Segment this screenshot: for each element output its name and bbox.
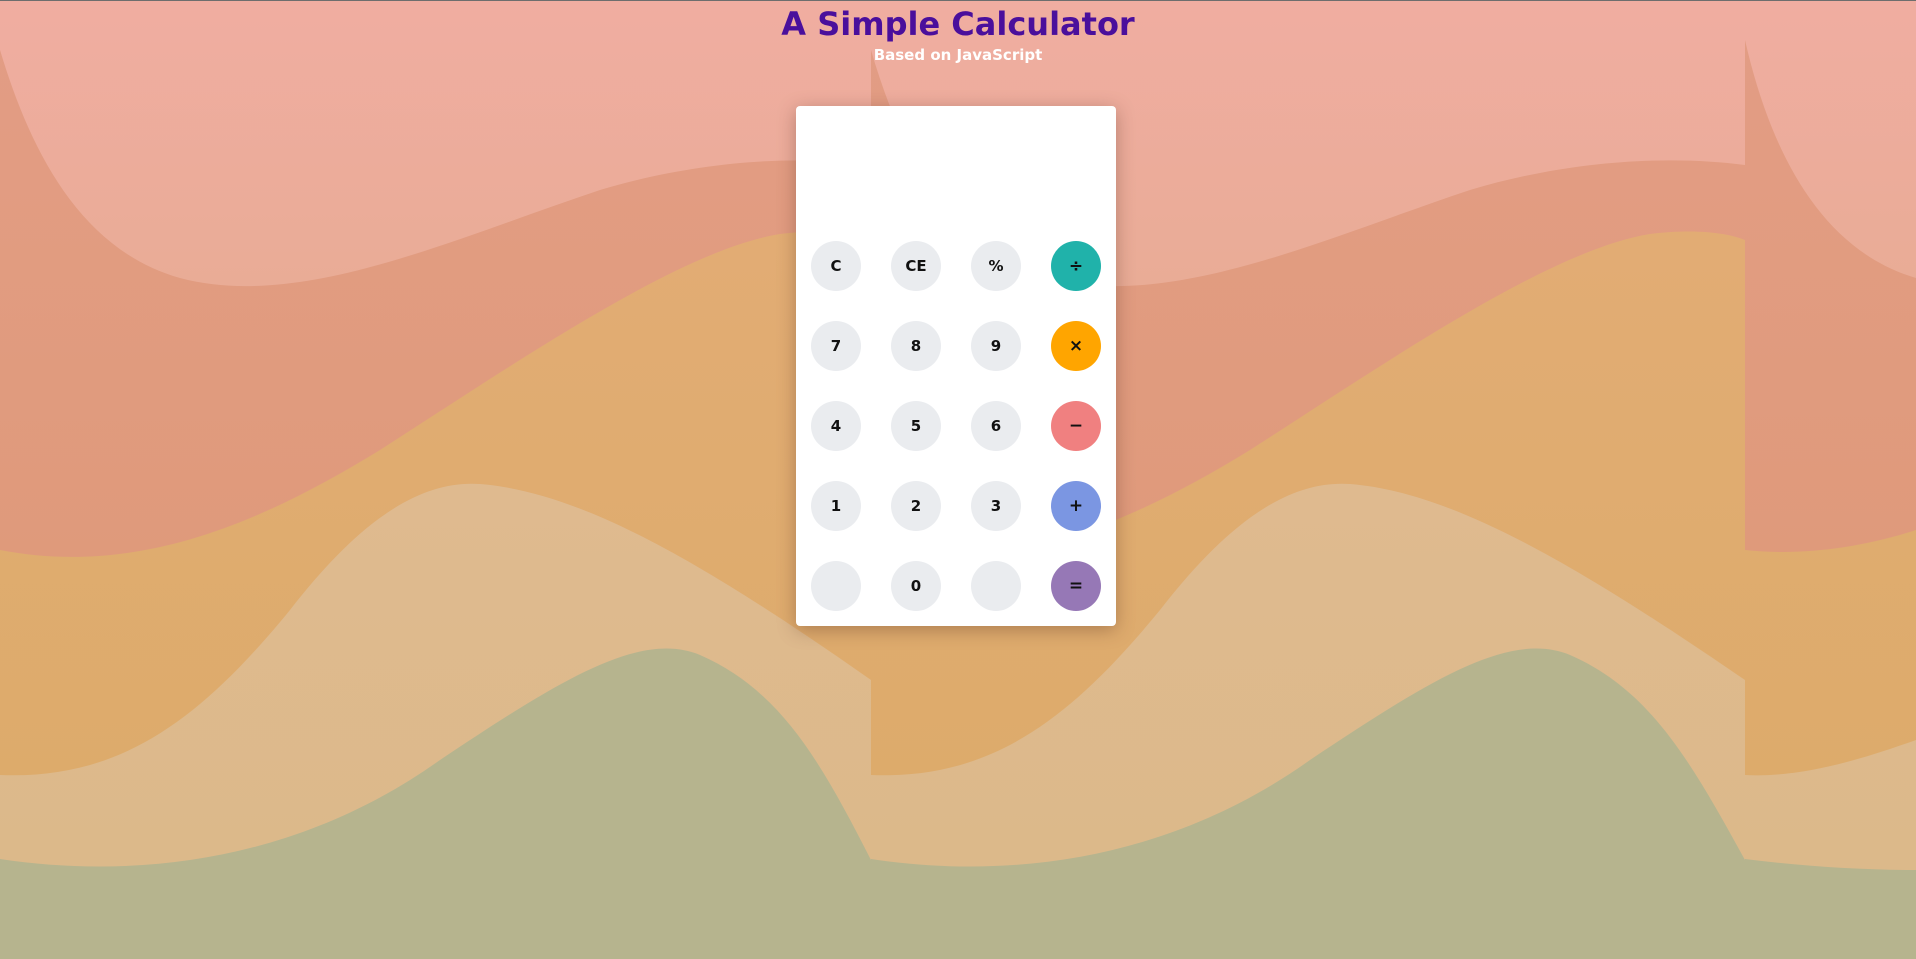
clear-entry-button[interactable]: CE (891, 241, 941, 291)
digit-2-button[interactable]: 2 (891, 481, 941, 531)
digit-6-button[interactable]: 6 (971, 401, 1021, 451)
digit-7-button[interactable]: 7 (811, 321, 861, 371)
add-button[interactable]: + (1051, 481, 1101, 531)
calculator-keypad: C CE % ÷ 7 8 9 × 4 5 6 − 1 2 3 + 0 = (796, 106, 1116, 626)
multiply-button[interactable]: × (1051, 321, 1101, 371)
wave-panel-right (1745, 0, 1916, 870)
digit-4-button[interactable]: 4 (811, 401, 861, 451)
clear-button[interactable]: C (811, 241, 861, 291)
digit-3-button[interactable]: 3 (971, 481, 1021, 531)
digit-9-button[interactable]: 9 (971, 321, 1021, 371)
percent-button[interactable]: % (971, 241, 1021, 291)
page-header: A Simple Calculator Based on JavaScript (0, 0, 1916, 64)
blank-button-left[interactable] (811, 561, 861, 611)
top-border-line (0, 0, 1916, 1)
page-title: A Simple Calculator (781, 5, 1135, 43)
digit-1-button[interactable]: 1 (811, 481, 861, 531)
digit-8-button[interactable]: 8 (891, 321, 941, 371)
digit-5-button[interactable]: 5 (891, 401, 941, 451)
page-subtitle: Based on JavaScript (873, 46, 1043, 64)
calculator-panel: C CE % ÷ 7 8 9 × 4 5 6 − 1 2 3 + 0 = (796, 106, 1116, 626)
equals-button[interactable]: = (1051, 561, 1101, 611)
divide-button[interactable]: ÷ (1051, 241, 1101, 291)
blank-button-right[interactable] (971, 561, 1021, 611)
digit-0-button[interactable]: 0 (891, 561, 941, 611)
subtract-button[interactable]: − (1051, 401, 1101, 451)
